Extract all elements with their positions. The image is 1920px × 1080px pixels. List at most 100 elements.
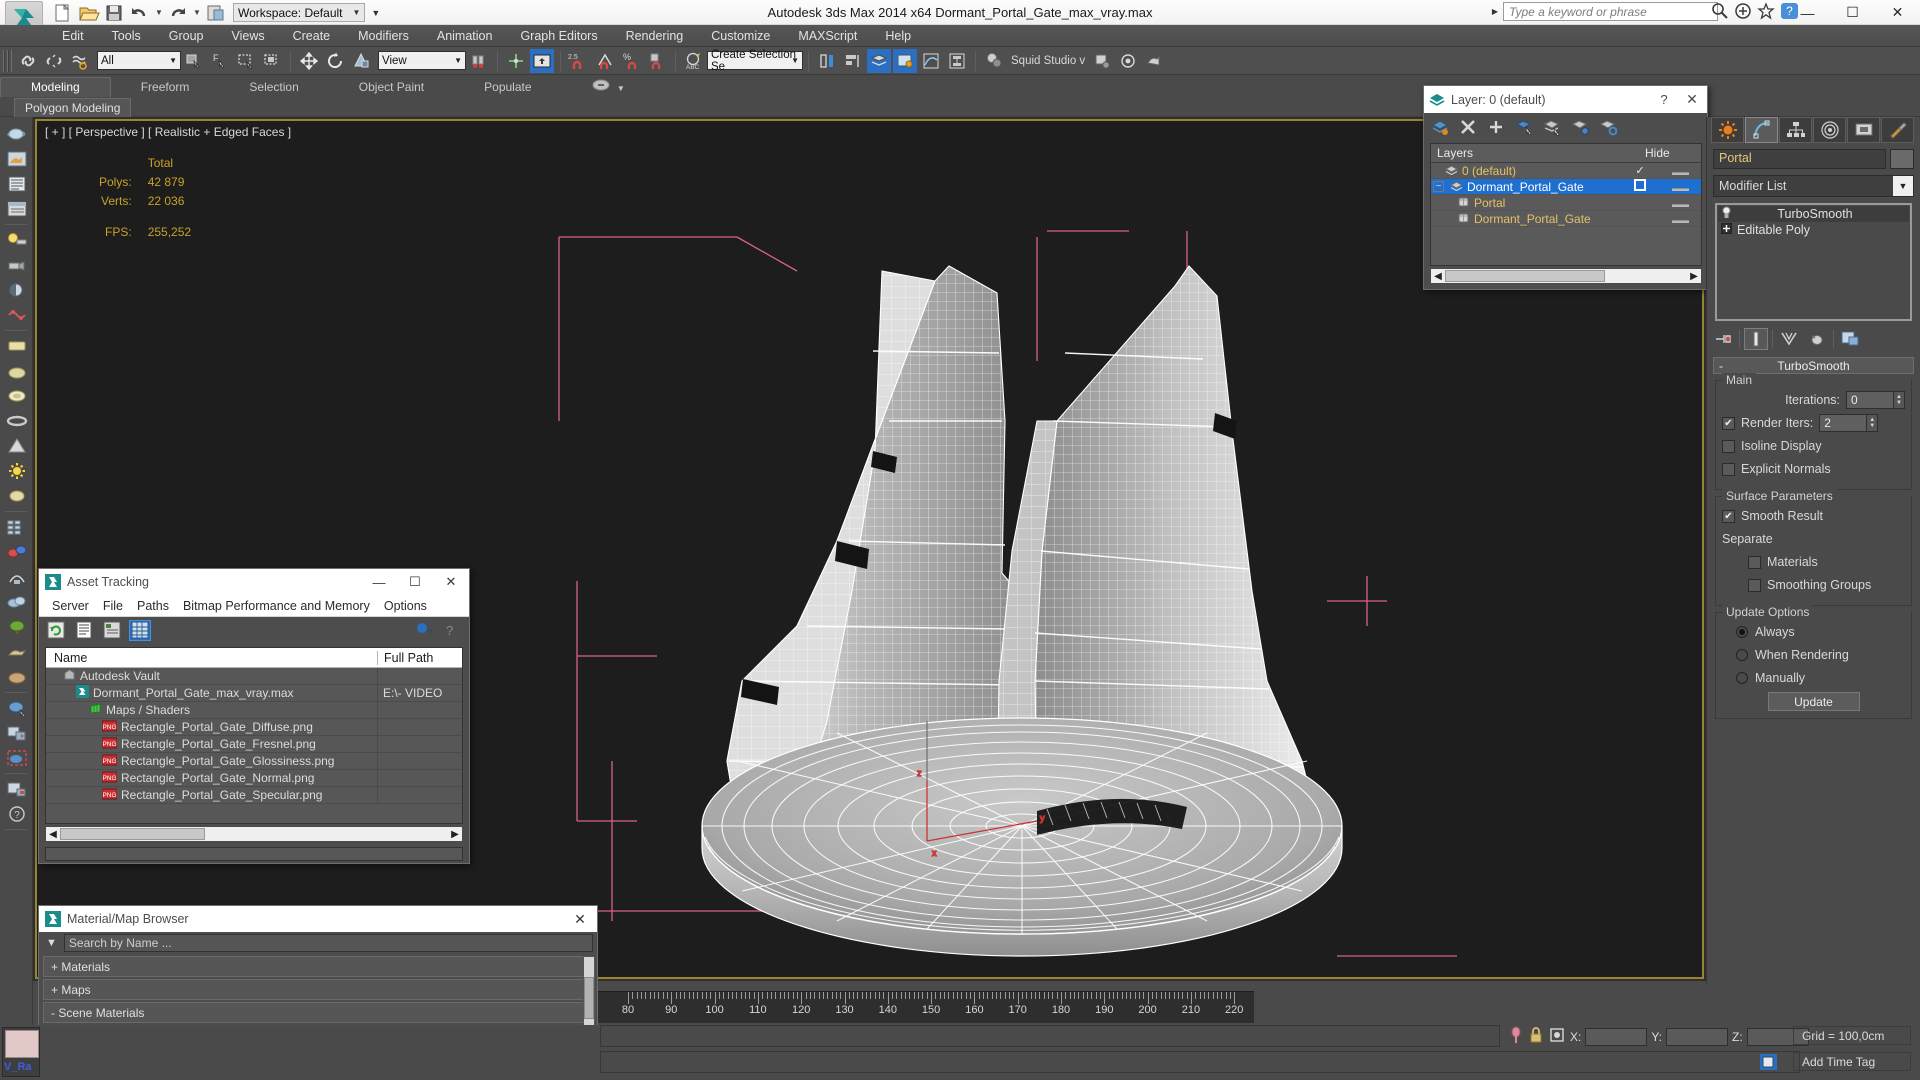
redo-dropdown-icon[interactable]: ▼	[192, 8, 202, 17]
reference-coord-combo[interactable]: View ▼	[378, 51, 466, 70]
select-object-icon[interactable]	[182, 49, 206, 73]
select-by-name-icon[interactable]: F	[208, 49, 232, 73]
asset-row[interactable]: PNG Rectangle_Portal_Gate_Normal.png	[46, 769, 462, 787]
render-iters-spinner[interactable]: ▲ ▼	[1867, 414, 1879, 432]
subscription-icon[interactable]	[1734, 2, 1752, 23]
cloud-object-icon[interactable]	[3, 590, 30, 614]
edit-named-selection-sets-icon[interactable]: ABC	[682, 49, 706, 73]
camera-tool-icon[interactable]	[3, 253, 30, 277]
delete-highlighted-icon[interactable]	[1458, 117, 1478, 137]
ribbon-tab-freeform[interactable]: Freeform	[111, 78, 220, 97]
asset-row[interactable]: Autodesk Vault	[46, 667, 462, 685]
object-color-swatch[interactable]	[1890, 149, 1914, 169]
layer-dialog[interactable]: Layer: 0 (default) ? ✕ Layers Hide 0 (de…	[1423, 85, 1708, 290]
box-primitive-icon[interactable]	[3, 334, 30, 358]
angle-snap-toggle-icon[interactable]	[593, 49, 617, 73]
pin-stack-icon[interactable]	[1711, 328, 1735, 350]
materials-group-header[interactable]: + Materials	[43, 956, 593, 977]
render-production-icon[interactable]	[1142, 49, 1166, 73]
ribbon-tab-selection[interactable]: Selection	[219, 78, 328, 97]
menu-item-create[interactable]: Create	[279, 25, 345, 47]
isoline-display-checkbox[interactable]	[1722, 439, 1735, 453]
layer-list-hscrollbar[interactable]: ◀ ▶	[1430, 268, 1702, 284]
material-browser-close-button[interactable]: ✕	[563, 911, 597, 928]
help-circle-icon[interactable]: ?	[3, 802, 30, 826]
menu-item-help[interactable]: Help	[871, 25, 925, 47]
asset-tracking-window[interactable]: Asset Tracking — ☐ ✕ Server File Paths Bitm…	[38, 568, 470, 864]
highlight-selected-objects-layer-icon[interactable]	[1570, 117, 1590, 137]
iterations-spinner[interactable]: ▲ ▼	[1894, 391, 1905, 409]
asset-menu-bitmap-performance-and-memory[interactable]: Bitmap Performance and Memory	[176, 599, 377, 613]
layer-hide-toggle[interactable]	[1659, 180, 1701, 194]
menu-item-group[interactable]: Group	[155, 25, 218, 47]
layer-render-toggle-icon[interactable]	[1634, 179, 1646, 191]
minimize-button[interactable]: —	[1785, 0, 1830, 25]
curve-editor-icon[interactable]	[919, 49, 943, 73]
cylinder-primitive-icon[interactable]	[3, 384, 30, 408]
modifier-stack[interactable]: TurboSmooth Editable Poly	[1715, 203, 1912, 321]
named-selection-set-combo[interactable]: Create Selection Se ▼	[707, 49, 803, 73]
light-tool-icon[interactable]	[3, 228, 30, 252]
snap-toggle-icon[interactable]: 2.5	[567, 49, 591, 73]
asset-row[interactable]: PNG Rectangle_Portal_Gate_Glossiness.png	[46, 752, 462, 770]
refresh-icon[interactable]	[45, 620, 67, 641]
expand-plus-icon[interactable]	[1720, 222, 1733, 237]
layer-hide-toggle[interactable]	[1659, 196, 1701, 210]
select-and-move-icon[interactable]	[297, 49, 321, 73]
tab-motion[interactable]	[1813, 117, 1846, 143]
asset-menu-options[interactable]: Options	[377, 599, 434, 613]
explicit-normals-checkbox[interactable]	[1722, 462, 1735, 476]
asset-maximize-button[interactable]: ☐	[397, 574, 433, 590]
undo-icon[interactable]	[128, 2, 152, 24]
layer-row[interactable]: 0 (default) ✓	[1431, 163, 1701, 179]
layer-row[interactable]: Portal	[1431, 195, 1701, 211]
create-new-layer-icon[interactable]	[1430, 117, 1450, 137]
asset-menu-paths[interactable]: Paths	[130, 599, 176, 613]
asset-menu-server[interactable]: Server	[45, 599, 96, 613]
update-option-manually[interactable]: Manually	[1722, 668, 1905, 688]
active-material-swatch-box[interactable]: V_Ra	[2, 1027, 40, 1077]
select-object-tool-icon[interactable]	[3, 696, 30, 720]
add-selection-to-layer-icon[interactable]	[1486, 117, 1506, 137]
select-and-scale-icon[interactable]	[349, 49, 373, 73]
use-pivot-point-center-icon[interactable]	[467, 49, 491, 73]
make-unique-icon[interactable]	[1777, 328, 1801, 350]
render-iters-value[interactable]: 2	[1819, 414, 1868, 432]
scroll-thumb[interactable]	[584, 977, 594, 1019]
turbosmooth-rollout-header[interactable]: - TurboSmooth	[1713, 357, 1914, 374]
iterations-value[interactable]: 0	[1846, 391, 1894, 409]
schematic-view-icon[interactable]	[945, 49, 969, 73]
scroll-thumb[interactable]	[1445, 270, 1605, 282]
material-editor-icon[interactable]	[982, 49, 1006, 73]
array-tool-icon[interactable]	[3, 515, 30, 539]
select-and-manipulate-icon[interactable]	[504, 49, 528, 73]
animal-model-icon[interactable]	[3, 640, 30, 664]
radio-when-rendering[interactable]	[1736, 649, 1748, 661]
rollout-toggle[interactable]: -	[1719, 359, 1723, 373]
x-field[interactable]	[1585, 1027, 1648, 1046]
compound-object-icon[interactable]	[3, 565, 30, 589]
list-view-icon[interactable]	[73, 620, 95, 641]
modifier-list-combo[interactable]: Modifier List ▼	[1713, 175, 1914, 197]
asset-grid-hscrollbar[interactable]: ◀ ▶	[45, 826, 463, 842]
asset-row[interactable]: Maps / Shaders	[46, 701, 462, 719]
scroll-left-icon[interactable]: ◀	[46, 829, 60, 840]
menu-item-animation[interactable]: Animation	[423, 25, 507, 47]
menu-item-customize[interactable]: Customize	[697, 25, 784, 47]
sunlight-icon[interactable]	[3, 459, 30, 483]
scene-converter-icon[interactable]	[3, 721, 30, 745]
separate-smoothing-groups-checkbox[interactable]	[1748, 578, 1761, 592]
show-end-result-icon[interactable]	[1744, 328, 1768, 350]
update-option-always[interactable]: Always	[1722, 622, 1905, 642]
window-crossing-toggle-icon[interactable]	[260, 49, 284, 73]
percent-snap-toggle-icon[interactable]: %	[619, 49, 643, 73]
info-center-icon[interactable]	[1711, 2, 1729, 23]
material-search-input[interactable]: Search by Name ...	[63, 934, 593, 952]
separate-materials-checkbox[interactable]	[1748, 555, 1761, 569]
layer-manager-icon[interactable]	[867, 48, 891, 73]
layer-active-check[interactable]	[1621, 179, 1659, 194]
object-name-field[interactable]: Portal	[1713, 149, 1886, 169]
spinner-snap-toggle-icon[interactable]	[645, 49, 669, 73]
render-output-icon[interactable]	[3, 777, 30, 801]
toggle-scene-explorer-icon[interactable]	[893, 48, 917, 73]
